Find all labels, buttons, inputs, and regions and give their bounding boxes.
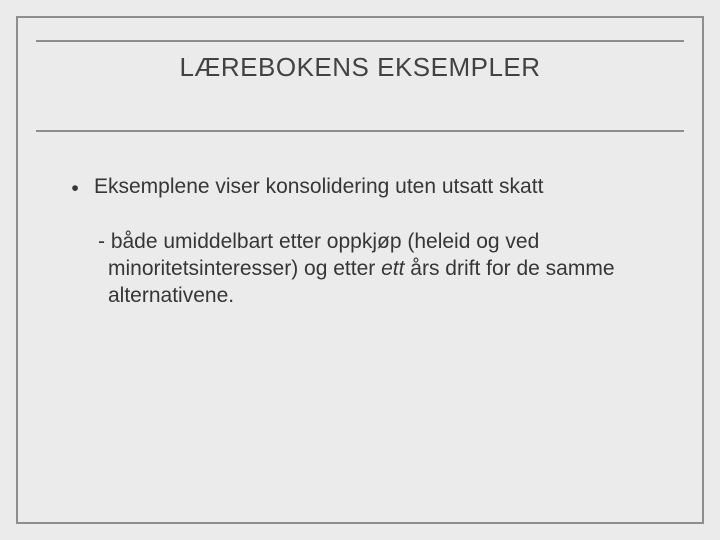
title-rule-bottom (36, 130, 684, 132)
slide-title: LÆREBOKENS EKSEMPLER (179, 52, 540, 82)
bullet-marker: • (70, 174, 80, 203)
bullet-text: Eksemplene viser konsolidering uten utsa… (94, 174, 662, 203)
slide: LÆREBOKENS EKSEMPLER • Eksemplene viser … (0, 0, 720, 540)
title-rule-top (36, 40, 684, 42)
slide-frame: LÆREBOKENS EKSEMPLER • Eksemplene viser … (16, 16, 704, 524)
bullet-item: • Eksemplene viser konsolidering uten ut… (70, 174, 662, 203)
title-block: LÆREBOKENS EKSEMPLER (18, 52, 702, 83)
sub-text-italic: ett (381, 257, 404, 280)
content-area: • Eksemplene viser konsolidering uten ut… (70, 174, 662, 310)
sub-paragraph: - både umiddelbart etter oppkjøp (heleid… (70, 229, 662, 310)
